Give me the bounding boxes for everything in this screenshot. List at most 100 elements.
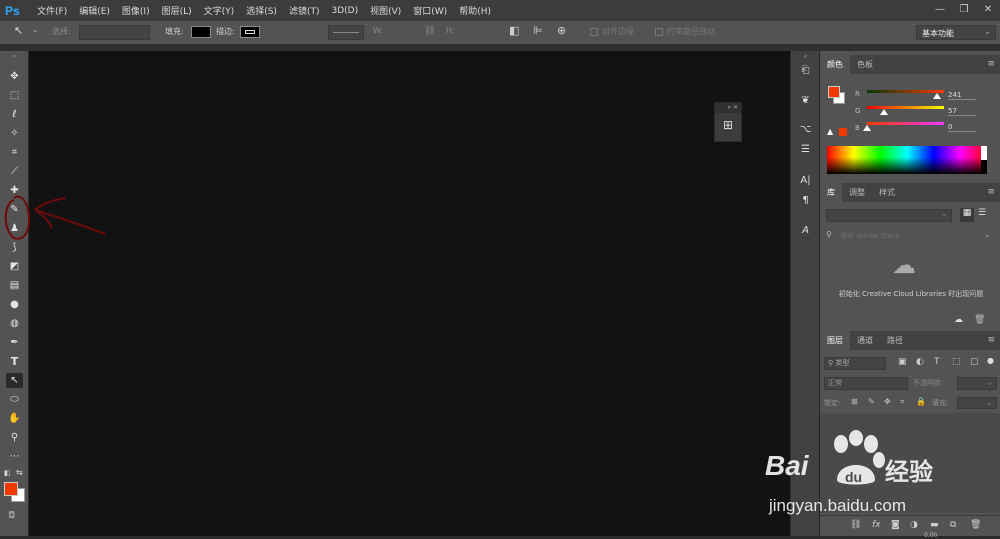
close-button[interactable]: ✕ xyxy=(976,0,1000,21)
opacity-field[interactable]: ⌄ xyxy=(957,377,997,390)
blur-tool-icon[interactable]: ● xyxy=(6,297,23,312)
type-tool-icon[interactable]: T xyxy=(6,354,23,369)
quick-mask-icon[interactable]: ◘ xyxy=(8,511,15,521)
glyphs-panel-icon[interactable]: A xyxy=(798,225,813,239)
b-value[interactable]: 0 xyxy=(948,123,976,132)
tab-adjustments[interactable]: 调整 xyxy=(842,183,872,202)
floating-panel-header[interactable]: » ✕ xyxy=(715,103,741,113)
canvas-area[interactable] xyxy=(29,51,790,536)
tab-libraries[interactable]: 库 xyxy=(820,183,842,202)
hand-tool-icon[interactable]: ✋ xyxy=(6,411,23,426)
chevron-down-icon[interactable]: ⌄ xyxy=(984,230,991,239)
stroke-swatch[interactable] xyxy=(240,26,260,38)
smart-object-filter-icon[interactable]: ▢ xyxy=(970,357,979,367)
foreground-color-swatch[interactable] xyxy=(4,482,18,496)
type-layer-filter-icon[interactable]: T xyxy=(934,357,940,367)
menu-window[interactable]: 窗口(W) xyxy=(407,4,453,17)
minimize-button[interactable]: — xyxy=(928,0,952,21)
cloud-sync-icon[interactable]: ☁ xyxy=(954,315,963,325)
panel-menu-icon[interactable]: ≡ xyxy=(987,335,995,345)
zoom-tool-icon[interactable]: ⚲ xyxy=(6,430,23,445)
history-panel-icon[interactable]: ⎗ xyxy=(798,65,813,79)
expand-panels-icon[interactable]: « xyxy=(798,54,813,60)
gamut-color-swatch[interactable] xyxy=(839,128,847,136)
panel-menu-icon[interactable]: ≡ xyxy=(987,59,995,69)
r-value[interactable]: 241 xyxy=(948,91,976,100)
lasso-tool-icon[interactable]: ℓ xyxy=(6,107,23,122)
eyedropper-tool-icon[interactable]: ⟋ xyxy=(6,164,23,179)
magic-wand-tool-icon[interactable]: ✧ xyxy=(6,126,23,141)
pen-tool-icon[interactable]: ✒ xyxy=(6,335,23,350)
edit-toolbar-icon[interactable]: ⋯ xyxy=(6,449,23,464)
fill-swatch[interactable] xyxy=(191,26,211,38)
menu-view[interactable]: 视图(V) xyxy=(364,4,407,17)
b-slider-track[interactable] xyxy=(867,122,944,125)
gradient-tool-icon[interactable]: ▤ xyxy=(6,278,23,293)
stroke-type-dropdown[interactable] xyxy=(328,25,364,40)
menu-type[interactable]: 文字(Y) xyxy=(198,4,241,17)
g-slider-track[interactable] xyxy=(867,106,944,109)
workspace-switcher[interactable]: 基本功能 ⌄ xyxy=(916,25,996,40)
spectrum-white-chip[interactable] xyxy=(981,146,987,160)
default-colors-icon[interactable]: ◧ xyxy=(4,469,11,477)
path-alignment-icon[interactable]: ⊫ xyxy=(533,24,543,37)
menu-filter[interactable]: 滤镜(T) xyxy=(283,4,326,17)
panel-menu-icon[interactable]: ≡ xyxy=(987,187,995,197)
collapse-toolbar-icon[interactable]: » xyxy=(6,54,23,60)
blend-mode-dropdown[interactable]: 正常 xyxy=(824,377,908,390)
marquee-tool-icon[interactable]: ⬚ xyxy=(6,88,23,103)
grid-view-icon[interactable]: ▦ xyxy=(960,208,974,222)
layer-kind-filter[interactable]: ⚲ 类型 xyxy=(824,357,886,370)
constrain-path-checkbox[interactable]: 约束路径拖动 xyxy=(655,26,715,37)
brush-settings-icon[interactable]: ❦ xyxy=(798,95,813,109)
align-edges-checkbox[interactable]: 对齐边缘 xyxy=(590,26,634,37)
move-tool-icon[interactable]: ✥ xyxy=(6,69,23,84)
tool-preset-chevron-icon[interactable]: ⌄ xyxy=(32,25,39,34)
stroke-width-field[interactable] xyxy=(262,25,324,40)
pixel-layer-filter-icon[interactable]: ▣ xyxy=(898,357,907,367)
tab-channels[interactable]: 通道 xyxy=(850,331,880,350)
tab-layers[interactable]: 图层 xyxy=(820,331,850,350)
adjustment-layer-filter-icon[interactable]: ◐ xyxy=(916,357,924,367)
tab-styles[interactable]: 样式 xyxy=(872,183,902,202)
character-panel-icon[interactable]: A| xyxy=(798,175,813,189)
select-dropdown[interactable] xyxy=(79,25,150,40)
path-operations-icon[interactable]: ◧ xyxy=(509,24,519,37)
g-value[interactable]: 57 xyxy=(948,107,976,116)
lock-pixels-icon[interactable]: ✎ xyxy=(868,397,875,406)
color-spectrum-ramp[interactable] xyxy=(827,146,987,174)
dodge-tool-icon[interactable]: ◍ xyxy=(6,316,23,331)
swap-colors-icon[interactable]: ⇆ xyxy=(16,468,23,477)
link-icon[interactable]: ⛓ xyxy=(424,26,435,36)
r-slider-thumb[interactable] xyxy=(933,93,941,99)
adjustments-sliders-icon[interactable]: ☰ xyxy=(798,144,813,158)
eraser-tool-icon[interactable]: ◩ xyxy=(6,259,23,274)
trash-icon[interactable]: 🗑 xyxy=(974,315,985,325)
spectrum-black-chip[interactable] xyxy=(981,160,987,174)
shape-layer-filter-icon[interactable]: ⬚ xyxy=(952,357,961,367)
crop-tool-icon[interactable]: ⌗ xyxy=(6,145,23,160)
restore-button[interactable]: ❐ xyxy=(952,0,976,21)
actions-panel-icon[interactable]: ⌥ xyxy=(798,124,813,138)
paragraph-panel-icon[interactable]: ¶ xyxy=(798,195,813,209)
ellipse-tool-icon[interactable]: ⬭ xyxy=(6,392,23,407)
menu-select[interactable]: 选择(S) xyxy=(240,4,283,17)
stock-search-input[interactable]: 搜索 Adobe Stock xyxy=(840,231,900,241)
g-slider-thumb[interactable] xyxy=(880,109,888,115)
color-fg-swatch[interactable] xyxy=(828,86,840,98)
menu-3d[interactable]: 3D(D) xyxy=(325,6,364,16)
menu-edit[interactable]: 编辑(E) xyxy=(73,4,116,17)
lock-transparent-icon[interactable]: ⊠ xyxy=(851,397,858,406)
lock-all-icon[interactable]: 🔒 xyxy=(916,397,926,406)
path-select-tool-icon[interactable]: ↖ xyxy=(14,24,23,37)
menu-layer[interactable]: 图层(L) xyxy=(156,4,198,17)
path-selection-tool-icon[interactable]: ↖ xyxy=(6,373,23,388)
path-arrangement-icon[interactable]: ⊕ xyxy=(557,24,566,37)
tab-color[interactable]: 颜色 xyxy=(820,55,850,74)
menu-image[interactable]: 图像(I) xyxy=(116,4,156,17)
properties-icon[interactable]: ⊞ xyxy=(715,118,741,132)
list-view-icon[interactable]: ☰ xyxy=(978,208,986,218)
tab-paths[interactable]: 路径 xyxy=(880,331,910,350)
library-select-dropdown[interactable]: ⌄ xyxy=(826,209,952,222)
filter-toggle-icon[interactable]: ● xyxy=(987,356,994,365)
